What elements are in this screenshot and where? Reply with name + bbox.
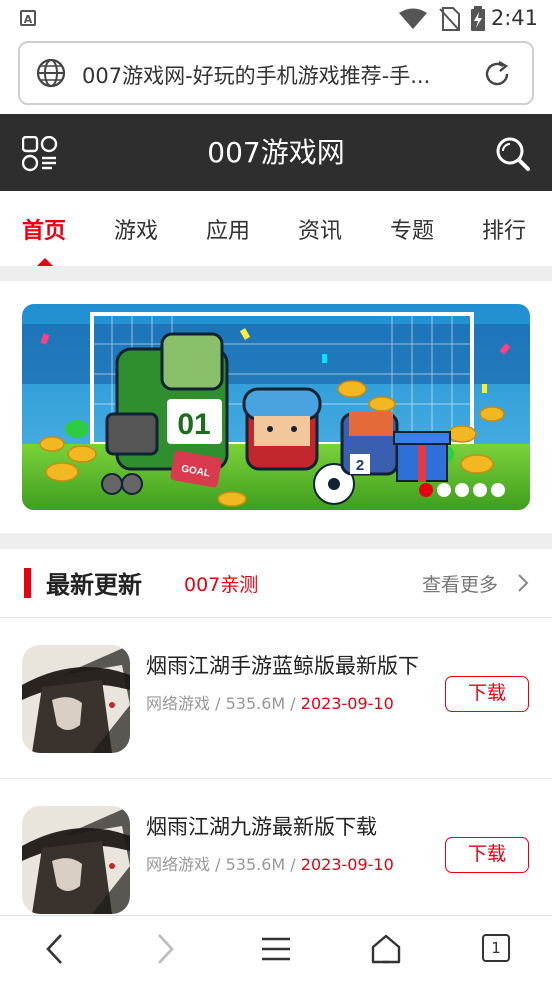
item-size: 535.6M	[225, 694, 286, 713]
list-item[interactable]: 烟雨江湖手游蓝鲸版最新版下 网络游戏 / 535.6M / 2023-09-10…	[0, 618, 552, 778]
banner-image: 01 GOAL 2	[22, 304, 530, 510]
menu-icon[interactable]	[260, 935, 292, 963]
item-category: 网络游戏	[146, 855, 211, 874]
banner-carousel[interactable]: 01 GOAL 2	[22, 304, 530, 510]
jersey-number: 01	[177, 408, 210, 441]
forward-arrow-icon[interactable]	[152, 932, 178, 966]
status-bar: A 2:41	[0, 0, 552, 38]
section-divider	[0, 266, 552, 281]
reload-icon[interactable]	[482, 59, 512, 89]
chevron-right-icon[interactable]	[516, 573, 530, 593]
item-title[interactable]: 烟雨江湖手游蓝鲸版最新版下	[146, 650, 419, 680]
carousel-dot[interactable]	[491, 483, 505, 497]
section-divider	[0, 533, 552, 549]
item-title[interactable]: 烟雨江湖九游最新版下载	[146, 811, 377, 841]
tab-counter-button[interactable]: 1	[482, 934, 510, 962]
search-icon[interactable]	[494, 135, 532, 173]
tab-games[interactable]: 游戏	[114, 213, 158, 245]
meta-separator: /	[215, 855, 226, 874]
home-icon[interactable]	[369, 932, 403, 966]
game-thumbnail[interactable]	[22, 806, 130, 914]
tab-home[interactable]: 首页	[22, 213, 66, 245]
item-size: 535.6M	[225, 855, 286, 874]
item-date: 2023-09-10	[300, 855, 394, 874]
carousel-dots	[418, 482, 508, 502]
clock: 2:41	[490, 6, 538, 30]
view-more-link[interactable]: 查看更多	[422, 570, 498, 597]
site-header: 007游戏网	[0, 114, 552, 191]
carousel-dot-active[interactable]	[419, 483, 433, 497]
carousel-dot[interactable]	[473, 483, 487, 497]
section-subtitle[interactable]: 007亲测	[184, 570, 258, 597]
globe-icon	[36, 58, 66, 88]
section-title: 最新更新	[46, 571, 142, 599]
item-meta: 网络游戏 / 535.6M / 2023-09-10	[146, 690, 394, 714]
robot-badge-number: 2	[356, 457, 364, 474]
item-category: 网络游戏	[146, 694, 211, 713]
browser-toolbar: 1	[0, 915, 552, 982]
tab-rankings[interactable]: 排行	[482, 213, 526, 245]
game-thumbnail[interactable]	[22, 645, 130, 753]
carousel-dot[interactable]	[455, 483, 469, 497]
app-notification-icon: A	[20, 10, 36, 26]
url-text[interactable]: 007游戏网-好玩的手机游戏推荐-手...	[82, 60, 476, 90]
section-marker	[24, 568, 31, 598]
item-date: 2023-09-10	[300, 694, 394, 713]
nav-tabs: 首页 游戏 应用 资讯 专题 排行	[0, 191, 552, 266]
meta-separator: /	[215, 694, 226, 713]
wifi-icon	[399, 8, 427, 29]
no-sim-icon	[439, 7, 460, 31]
carousel-dot[interactable]	[437, 483, 451, 497]
site-title: 007游戏网	[207, 136, 345, 169]
battery-charging-icon	[471, 6, 485, 31]
tab-news[interactable]: 资讯	[298, 213, 342, 245]
active-tab-indicator	[37, 258, 53, 266]
meta-separator: /	[290, 855, 301, 874]
address-bar[interactable]: 007游戏网-好玩的手机游戏推荐-手...	[18, 41, 534, 105]
item-meta: 网络游戏 / 535.6M / 2023-09-10	[146, 851, 394, 875]
download-button[interactable]: 下载	[445, 676, 529, 712]
tab-topics[interactable]: 专题	[390, 213, 434, 245]
back-arrow-icon[interactable]	[42, 932, 68, 966]
meta-separator: /	[290, 694, 301, 713]
download-button[interactable]: 下载	[445, 837, 529, 873]
tab-apps[interactable]: 应用	[206, 213, 250, 245]
